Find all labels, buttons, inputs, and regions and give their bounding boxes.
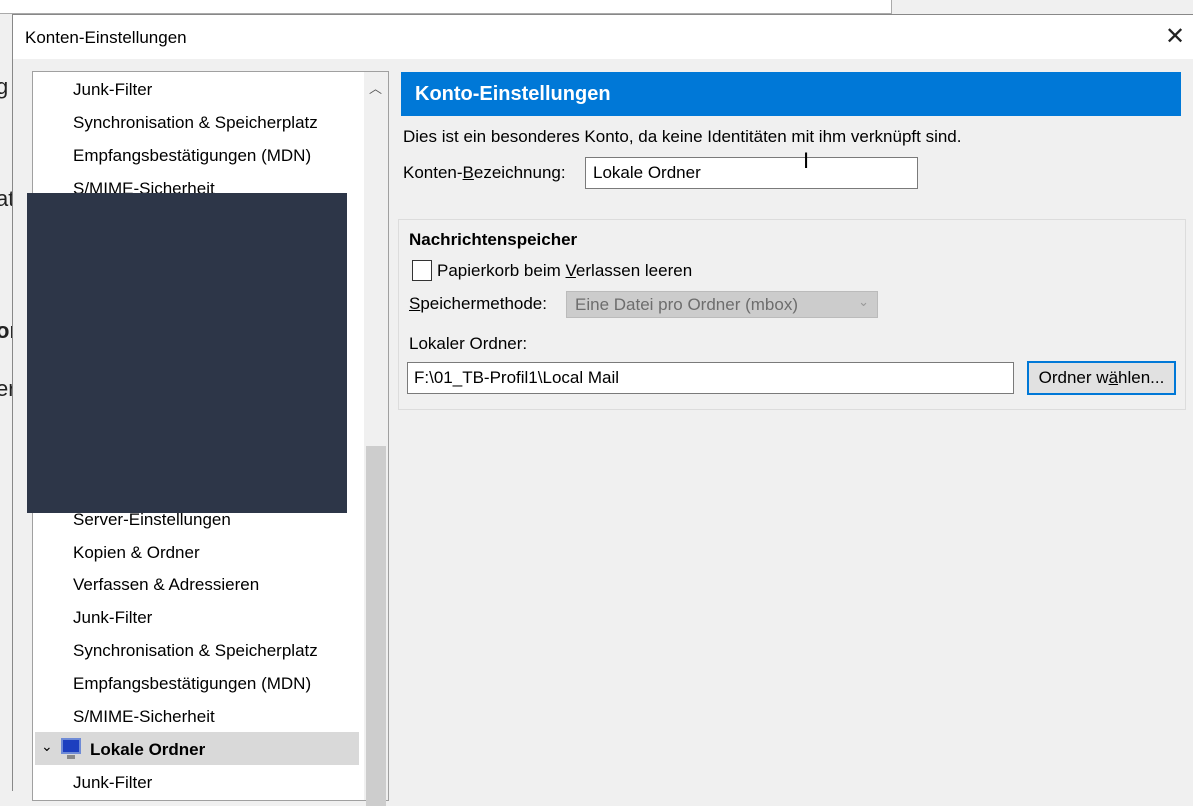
tree-item[interactable]: Server-Einstellungen bbox=[73, 510, 231, 530]
choose-folder-button[interactable]: Ordner wählen... bbox=[1027, 361, 1176, 395]
chevron-down-icon: ⌄ bbox=[858, 294, 869, 309]
local-folder-input[interactable]: F:\01_TB-Profil1\Local Mail bbox=[407, 362, 1014, 394]
tree-item[interactable]: Junk-Filter bbox=[73, 773, 152, 793]
tree-item[interactable]: Kopien & Ordner bbox=[73, 543, 200, 563]
title-bar: Konten-Einstellungen ✕ bbox=[13, 15, 1193, 59]
store-method-label: Speichermethode: bbox=[409, 294, 547, 313]
scrollbar-thumb[interactable] bbox=[366, 446, 386, 806]
chevron-up-icon[interactable]: ︿ bbox=[369, 78, 382, 97]
tree-item[interactable]: Empfangsbestätigungen (MDN) bbox=[73, 674, 311, 694]
computer-icon-stand bbox=[67, 755, 75, 759]
tree-scrollbar[interactable]: ︿ bbox=[364, 72, 388, 806]
description-text: Dies ist ein besonderes Konto, da keine … bbox=[403, 127, 962, 146]
group-title: Nachrichtenspeicher bbox=[409, 230, 578, 249]
background-window bbox=[0, 0, 892, 14]
local-folder-label: Lokaler Ordner: bbox=[409, 334, 528, 353]
panel-header: Konto-Einstellungen bbox=[401, 72, 1181, 116]
redacted-region bbox=[27, 193, 347, 513]
tree-item[interactable]: Synchronisation & Speicherplatz bbox=[73, 641, 318, 661]
account-name-input[interactable]: Lokale Ordner bbox=[585, 157, 918, 189]
empty-trash-checkbox[interactable] bbox=[412, 260, 432, 281]
dialog-title: Konten-Einstellungen bbox=[25, 28, 187, 47]
store-method-value: Eine Datei pro Ordner (mbox) bbox=[575, 295, 798, 314]
tree-item[interactable]: S/MIME-Sicherheit bbox=[73, 707, 215, 727]
computer-icon bbox=[61, 738, 81, 754]
tree-item[interactable]: Junk-Filter bbox=[73, 608, 152, 628]
background-text: g bbox=[0, 74, 9, 99]
tree-item[interactable]: Junk-Filter bbox=[73, 80, 152, 100]
account-name-value: Lokale Ordner bbox=[593, 163, 701, 182]
tree-item[interactable]: Verfassen & Adressieren bbox=[73, 575, 259, 595]
text-cursor-icon: I bbox=[803, 148, 810, 173]
account-name-label: Konten-Bezeichnung: bbox=[403, 163, 566, 182]
close-icon[interactable]: ✕ bbox=[1161, 23, 1189, 51]
tree-item[interactable]: Empfangsbestätigungen (MDN) bbox=[73, 146, 311, 166]
chevron-down-icon[interactable]: ⌄ bbox=[41, 738, 53, 755]
tree-item-local-folders[interactable]: Lokale Ordner bbox=[90, 740, 205, 760]
local-folder-value: F:\01_TB-Profil1\Local Mail bbox=[414, 368, 620, 387]
tree-item[interactable]: Synchronisation & Speicherplatz bbox=[73, 113, 318, 133]
store-method-select[interactable]: Eine Datei pro Ordner (mbox) ⌄ bbox=[566, 291, 878, 318]
empty-trash-label[interactable]: Papierkorb beim Verlassen leeren bbox=[437, 261, 692, 281]
